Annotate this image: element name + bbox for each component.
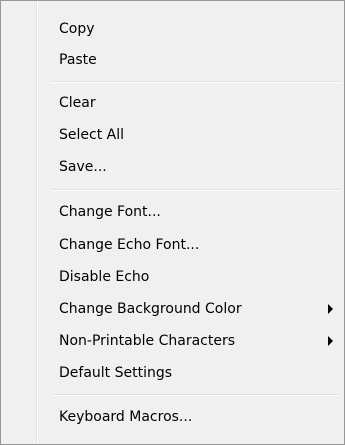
submenu-arrow-icon	[328, 336, 333, 346]
menu-item-change-echo-font[interactable]: Change Echo Font...	[4, 231, 341, 259]
menu-separator	[52, 394, 340, 396]
menu-item-label: Save...	[59, 159, 107, 175]
menu-item-label: Clear	[59, 95, 96, 111]
menu-item-paste[interactable]: Paste	[4, 46, 341, 74]
menu-item-label: Default Settings	[59, 365, 173, 381]
menu-item-select-all[interactable]: Select All	[4, 121, 341, 149]
menu-separator	[52, 189, 340, 191]
menu-item-label: Change Background Color	[59, 301, 242, 317]
menu-item-label: Copy	[59, 21, 95, 37]
menu-item-clear[interactable]: Clear	[4, 89, 341, 117]
menu-item-default-settings[interactable]: Default Settings	[4, 359, 341, 387]
menu-item-non-printable-characters[interactable]: Non-Printable Characters	[4, 327, 341, 355]
menu-item-change-font[interactable]: Change Font...	[4, 198, 341, 226]
submenu-arrow-icon	[328, 304, 333, 314]
menu-item-label: Change Font...	[59, 204, 161, 220]
menu-item-label: Disable Echo	[59, 269, 150, 285]
menu-item-label: Change Echo Font...	[59, 237, 200, 253]
menu-separator	[52, 81, 340, 83]
menu-item-keyboard-macros[interactable]: Keyboard Macros...	[4, 403, 341, 431]
menu-item-change-background-color[interactable]: Change Background Color	[4, 295, 341, 323]
context-menu: Copy Paste Clear Select All Save... Chan…	[0, 0, 345, 445]
menu-item-label: Non-Printable Characters	[59, 333, 235, 349]
menu-item-copy[interactable]: Copy	[4, 15, 341, 43]
menu-item-save[interactable]: Save...	[4, 153, 341, 181]
menu-item-label: Paste	[59, 52, 97, 68]
menu-item-disable-echo[interactable]: Disable Echo	[4, 263, 341, 291]
menu-item-label: Select All	[59, 127, 124, 143]
menu-item-label: Keyboard Macros...	[59, 409, 193, 425]
